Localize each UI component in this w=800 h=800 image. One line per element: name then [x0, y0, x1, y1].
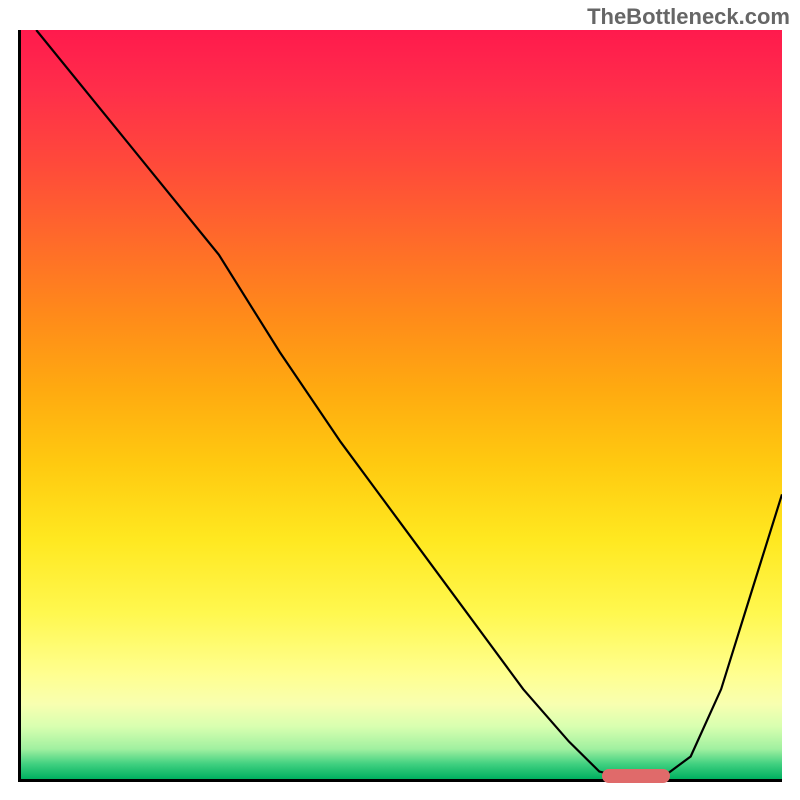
- gradient-background: [21, 30, 782, 779]
- chart-container: TheBottleneck.com: [0, 0, 800, 800]
- optimal-marker: [602, 769, 671, 783]
- watermark-text: TheBottleneck.com: [587, 4, 790, 30]
- plot-area: [18, 30, 782, 782]
